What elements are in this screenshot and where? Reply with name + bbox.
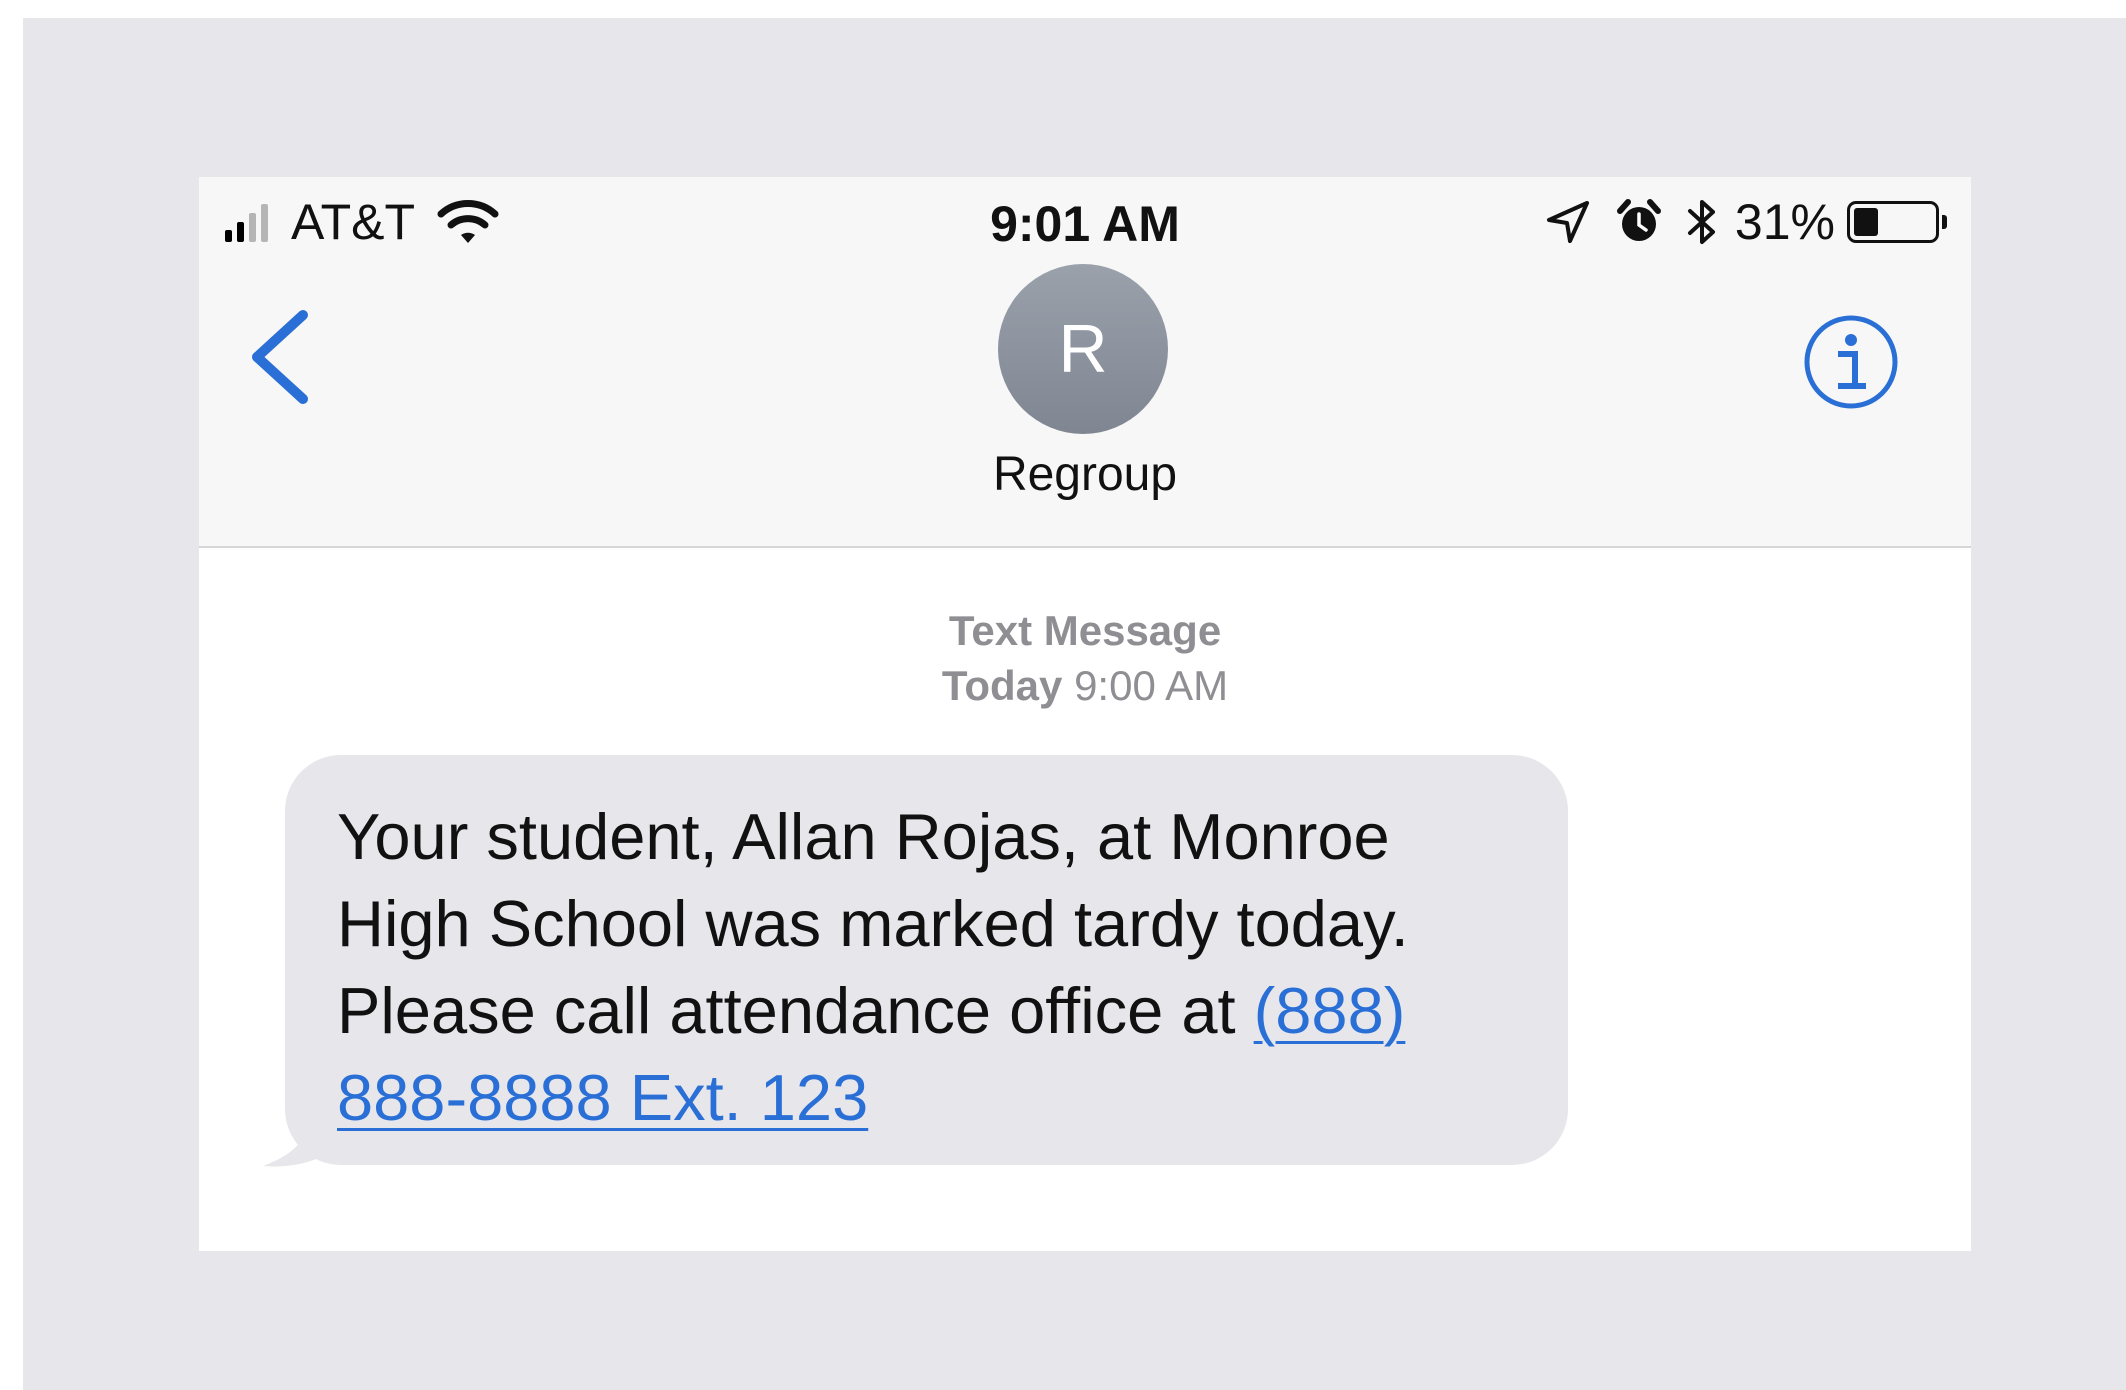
contact-avatar[interactable]: R <box>998 264 1168 434</box>
bluetooth-icon <box>1687 200 1715 244</box>
alarm-icon <box>1616 199 1661 241</box>
info-button[interactable] <box>1803 314 1899 410</box>
contact-name: Regroup <box>992 448 1178 501</box>
battery-icon <box>1847 201 1939 243</box>
battery-level-fill <box>1854 208 1878 236</box>
info-icon <box>1804 315 1898 409</box>
messages-screen: AT&T 9:01 AM 31% R Regroup Text Message … <box>199 177 1971 1251</box>
message-date-label: Today 9:00 AM <box>199 658 1971 713</box>
status-bar-right: 31% <box>1545 194 1947 250</box>
battery-tip <box>1942 215 1947 229</box>
message-day: Today <box>941 662 1063 709</box>
message-timestamp: Text Message Today 9:00 AM <box>199 603 1971 713</box>
conversation-header: AT&T 9:01 AM 31% R Regroup <box>199 177 1971 548</box>
message-time: 9:00 AM <box>1074 662 1229 709</box>
avatar-initial: R <box>1058 311 1108 387</box>
location-arrow-icon <box>1546 201 1589 243</box>
chevron-left-icon <box>252 310 308 404</box>
message-type-label: Text Message <box>948 607 1222 654</box>
battery-percent: 31% <box>1734 194 1835 250</box>
message-text: Your student, Allan Rojas, at Monroe Hig… <box>337 800 1409 1047</box>
incoming-message-bubble[interactable]: Your student, Allan Rojas, at Monroe Hig… <box>285 755 1568 1165</box>
back-button[interactable] <box>239 309 319 409</box>
